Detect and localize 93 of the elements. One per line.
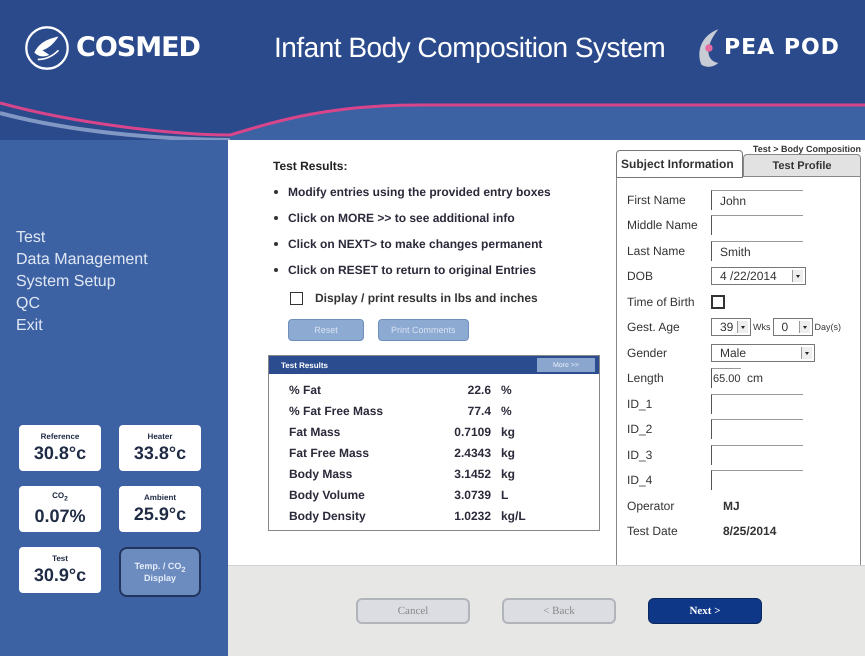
field-label: Length — [627, 371, 665, 386]
result-value: 1.0232 — [453, 508, 491, 522]
product-name: PEA POD — [724, 35, 840, 60]
bullet-dot-icon — [274, 242, 278, 246]
result-name: % Fat Free Mass — [289, 404, 384, 418]
menu-item[interactable]: Test — [16, 228, 228, 247]
bullet-dot-icon — [274, 268, 278, 272]
dropdown-caret-icon — [737, 321, 748, 334]
field-label: Gest. Age — [627, 320, 681, 334]
result-unit: kg — [501, 446, 516, 460]
tab[interactable]: Subject Information — [616, 150, 743, 178]
result-name: Fat Mass — [289, 424, 342, 438]
result-name: Body Mass — [289, 466, 354, 480]
input-field[interactable] — [711, 419, 803, 440]
menu-item[interactable]: System Setup — [16, 272, 228, 291]
checkbox[interactable] — [290, 292, 303, 304]
dropdown-caret-icon — [798, 321, 810, 334]
brand-name: COSMED — [76, 32, 200, 63]
readout-value: 0.07% — [34, 504, 86, 527]
field-label: ID_4 — [627, 473, 654, 488]
dropdown-field[interactable]: 4 /22/2014 — [711, 267, 806, 286]
field-label: ID_3 — [627, 448, 654, 462]
field-label: Operator — [627, 498, 676, 513]
bird-logo-icon — [24, 24, 70, 70]
menu-item[interactable]: Exit — [16, 316, 228, 335]
result-name: Body Density — [289, 508, 367, 522]
input-field[interactable] — [711, 470, 803, 490]
result-unit: kg — [501, 424, 516, 438]
result-value: 3.1452 — [453, 466, 491, 480]
dropdown-field[interactable]: 0 — [772, 318, 812, 336]
field-value: MJ — [722, 498, 740, 513]
field-label: Time of Birth — [627, 294, 696, 309]
menu-item[interactable]: QC — [16, 294, 228, 313]
readout-label: CO$_{2}$ — [52, 491, 68, 505]
result-value: 2.4343 — [453, 446, 491, 460]
field-label: ID_1 — [627, 396, 654, 411]
checkbox[interactable] — [711, 294, 725, 309]
input-field[interactable] — [711, 394, 803, 414]
dropdown-field[interactable]: 39 — [711, 318, 751, 336]
result-value: 22.6 — [466, 382, 491, 396]
dropdown-caret-icon — [801, 346, 812, 359]
field-label: Last Name — [627, 244, 686, 258]
readout-label: Test — [52, 554, 68, 564]
input-field[interactable]: John — [711, 190, 803, 210]
readout-value: 25.9°c — [134, 503, 186, 525]
dropdown-field[interactable]: Male — [711, 344, 815, 362]
readout-value: 30.8°c — [34, 442, 86, 464]
result-value: 3.0739 — [453, 488, 491, 502]
unit-label: Day(s) — [814, 322, 841, 332]
bullet-dot-icon — [274, 216, 278, 220]
field-label: Gender — [627, 346, 668, 360]
result-unit: % — [501, 404, 512, 418]
field-label: DOB — [627, 269, 654, 284]
result-unit: kg/L — [501, 508, 526, 522]
result-value: 77.4 — [466, 404, 491, 418]
input-field[interactable]: Smith — [711, 240, 803, 261]
results-title: Test Results — [281, 360, 328, 370]
result-unit: L — [501, 488, 508, 502]
readout-value: 33.8°c — [134, 442, 186, 464]
result-unit: % — [501, 382, 512, 396]
app-title: Infant Body Composition System — [274, 32, 666, 64]
field-label: Middle Name — [627, 218, 699, 232]
readout-label: Ambient — [144, 493, 176, 503]
dropdown-caret-icon — [792, 270, 803, 282]
input-field[interactable] — [711, 444, 803, 465]
readout-value: 30.9°c — [34, 564, 86, 586]
unit-label: Wks — [753, 322, 770, 332]
field-label: ID_2 — [627, 422, 654, 436]
field-label: Test Date — [627, 524, 679, 538]
readout-label: Heater — [148, 432, 172, 442]
result-name: % Fat — [289, 382, 322, 396]
nav-button[interactable]: Next > — [648, 598, 762, 624]
result-name: Fat Free Mass — [289, 446, 370, 460]
result-unit: kg — [501, 466, 516, 480]
breadcrumb: Test > Body Composition — [752, 144, 861, 154]
display-button[interactable]: Temp. / CO$_{2}$ Display — [119, 547, 201, 597]
menu-item[interactable]: Data Management — [16, 250, 228, 269]
instruction-text: Click on MORE >> to see additional info — [288, 211, 515, 225]
field-label: First Name — [627, 192, 687, 207]
checkbox-label: Display / print results in lbs and inches — [315, 291, 538, 305]
input-field[interactable]: 65.00 — [711, 368, 741, 388]
input-field[interactable] — [711, 215, 803, 236]
instruction-text: Click on RESET to return to original Entries — [288, 263, 536, 277]
unit-label: cm — [747, 371, 763, 386]
readout-label: Reference — [40, 432, 80, 442]
instruction-text: Click on NEXT> to make changes permanent — [288, 237, 542, 251]
result-value: 0.7109 — [453, 424, 491, 438]
section-heading: Test Results: — [273, 159, 348, 173]
tab[interactable]: Test Profile — [743, 154, 861, 176]
instruction-text: Modify entries using the provided entry boxes — [288, 185, 551, 199]
result-name: Body Volume — [289, 488, 366, 502]
bullet-dot-icon — [274, 190, 278, 194]
field-value: 8/25/2014 — [722, 524, 776, 538]
